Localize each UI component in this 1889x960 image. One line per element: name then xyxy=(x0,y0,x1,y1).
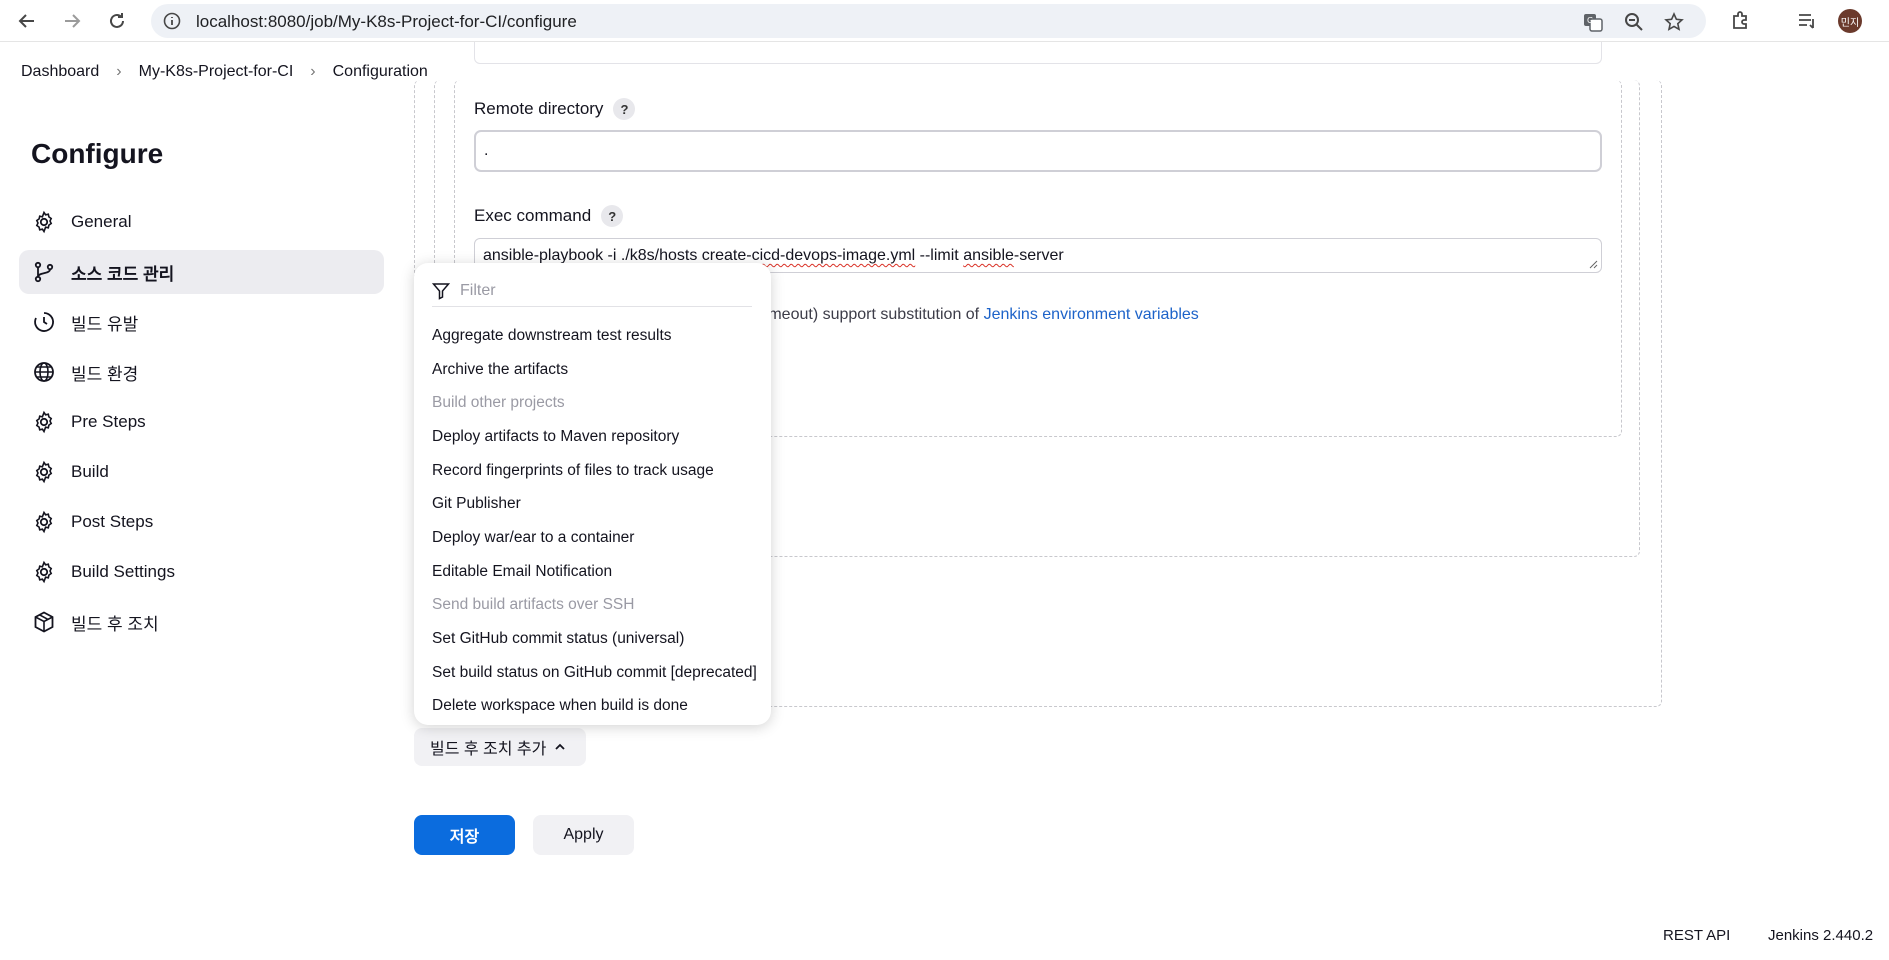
cmd-part: ansible xyxy=(963,247,1014,264)
apply-button[interactable]: Apply xyxy=(533,815,634,855)
avatar[interactable]: 민지 xyxy=(1838,9,1862,33)
zoom-icon[interactable] xyxy=(1624,12,1644,32)
sidebar-item-build[interactable]: Build xyxy=(19,450,384,494)
sidebar-item-pre-steps[interactable]: Pre Steps xyxy=(19,400,384,444)
sidebar-item-build-settings[interactable]: Build Settings xyxy=(19,550,384,594)
rest-api-link[interactable]: REST API xyxy=(1663,927,1730,944)
help-icon[interactable]: ? xyxy=(613,98,636,120)
sidebar-item-label: General xyxy=(71,212,132,231)
gear-icon xyxy=(35,510,53,534)
forward-arrow-icon[interactable] xyxy=(59,8,85,34)
sidebar-item-build-triggers[interactable]: 빌드 유발 xyxy=(19,300,384,344)
save-button[interactable]: 저장 xyxy=(414,815,515,855)
remote-directory-label-text: Remote directory xyxy=(474,99,604,118)
sidebar-item-label: 빌드 후 조치 xyxy=(71,614,159,634)
jenkins-version[interactable]: Jenkins 2.440.2 xyxy=(1768,927,1873,944)
filter-placeholder: Filter xyxy=(460,281,496,299)
back-arrow-icon[interactable] xyxy=(14,8,40,34)
remote-directory-value: . xyxy=(484,142,489,159)
exec-help-text: xec timeout) support substitution of Jen… xyxy=(731,306,1199,324)
sidebar-item-source-code[interactable]: 소스 코드 관리 xyxy=(19,250,384,294)
chevron-up-icon xyxy=(555,743,566,750)
resize-handle-icon[interactable] xyxy=(1589,260,1598,269)
cmd-part: ansible-playbook xyxy=(483,247,608,264)
menu-item-git-publisher[interactable]: Git Publisher xyxy=(432,487,757,521)
breadcrumb-project[interactable]: My-K8s-Project-for-CI xyxy=(139,63,294,81)
menu-item-send-over-ssh: Send build artifacts over SSH xyxy=(432,596,635,614)
chevron-right-icon: › xyxy=(116,63,122,80)
filter-input[interactable]: Filter xyxy=(432,275,752,307)
exec-command-label: Exec command ? xyxy=(474,205,624,227)
extensions-icon[interactable] xyxy=(1730,10,1752,37)
sidebar-item-post-build[interactable]: 빌드 후 조치 xyxy=(19,600,384,644)
cmd-part: ./k8s/hosts xyxy=(616,247,702,264)
breadcrumb-configuration[interactable]: Configuration xyxy=(333,63,428,81)
remote-directory-input[interactable]: . xyxy=(474,130,1602,172)
cmd-part: create-cicd-devops-image.yml xyxy=(701,247,916,264)
add-post-build-action-button[interactable]: 빌드 후 조치 추가 xyxy=(414,728,586,766)
filter-icon xyxy=(432,282,450,300)
globe-icon xyxy=(34,362,54,382)
gear-icon xyxy=(35,460,53,484)
gear-icon xyxy=(35,560,53,584)
menu-item-delete-workspace[interactable]: Delete workspace when build is done xyxy=(432,690,757,724)
sidebar-item-label: Post Steps xyxy=(71,512,154,531)
breadcrumb-dashboard[interactable]: Dashboard xyxy=(21,63,99,81)
sidebar-item-label: 빌드 유발 xyxy=(71,314,139,334)
add-post-build-label: 빌드 후 조치 추가 xyxy=(430,741,547,758)
menu-item-aggregate-test-results[interactable]: Aggregate downstream test results xyxy=(432,319,757,353)
help-icon[interactable]: ? xyxy=(601,205,624,227)
browser-toolbar: localhost:8080/job/My-K8s-Project-for-CI… xyxy=(0,0,1889,42)
reading-list-icon[interactable] xyxy=(1796,10,1818,37)
menu-item-editable-email[interactable]: Editable Email Notification xyxy=(432,555,757,589)
gear-icon xyxy=(35,410,53,434)
sidebar-item-label: 소스 코드 관리 xyxy=(71,264,175,284)
cmd-part: -server xyxy=(1013,247,1064,264)
sidebar-item-label: Pre Steps xyxy=(71,412,146,431)
site-info-icon[interactable] xyxy=(163,12,181,35)
cmd-part: --limit xyxy=(915,247,964,264)
address-bar[interactable]: localhost:8080/job/My-K8s-Project-for-CI… xyxy=(151,4,1706,38)
exec-command-label-text: Exec command xyxy=(474,206,592,225)
menu-item-archive-artifacts[interactable]: Archive the artifacts xyxy=(432,353,757,387)
reload-icon[interactable] xyxy=(104,8,130,34)
sidebar-item-label: Build Settings xyxy=(71,562,175,581)
page-title: Configure xyxy=(31,138,164,169)
sidebar-item-general[interactable]: General xyxy=(19,200,384,244)
translate-icon[interactable]: G xyxy=(1583,12,1603,32)
menu-item-build-other-projects: Build other projects xyxy=(432,394,565,412)
menu-item-github-status-deprecated[interactable]: Set build status on GitHub commit [depre… xyxy=(432,656,757,690)
previous-field-edge xyxy=(474,42,1602,64)
menu-item-github-status-universal[interactable]: Set GitHub commit status (universal) xyxy=(432,622,757,656)
menu-list: Aggregate downstream test results Archiv… xyxy=(432,319,757,723)
jenkins-env-vars-link[interactable]: Jenkins environment variables xyxy=(984,306,1199,323)
sidebar-item-label: 빌드 환경 xyxy=(71,364,139,384)
sidebar-item-post-steps[interactable]: Post Steps xyxy=(19,500,384,544)
bookmark-star-icon[interactable] xyxy=(1664,12,1684,32)
package-icon xyxy=(34,611,54,633)
clock-icon xyxy=(34,312,54,332)
url-text[interactable]: localhost:8080/job/My-K8s-Project-for-CI… xyxy=(196,12,577,32)
menu-item-deploy-war-ear[interactable]: Deploy war/ear to a container xyxy=(432,521,757,555)
sidebar: Configure General 소스 코드 관리 빌드 유발 빌드 환경 P… xyxy=(19,102,384,650)
sidebar-item-label: Build xyxy=(71,462,109,481)
gear-icon xyxy=(35,210,53,234)
svg-text:G: G xyxy=(1587,16,1593,25)
chevron-right-icon: › xyxy=(310,63,316,80)
sidebar-item-build-environment[interactable]: 빌드 환경 xyxy=(19,350,384,394)
remote-directory-label: Remote directory ? xyxy=(474,98,636,120)
menu-item-deploy-maven[interactable]: Deploy artifacts to Maven repository xyxy=(432,420,757,454)
post-build-action-dropdown: Filter Aggregate downstream test results… xyxy=(414,263,771,725)
git-branch-icon xyxy=(34,261,54,283)
menu-item-record-fingerprints[interactable]: Record fingerprints of files to track us… xyxy=(432,454,757,488)
